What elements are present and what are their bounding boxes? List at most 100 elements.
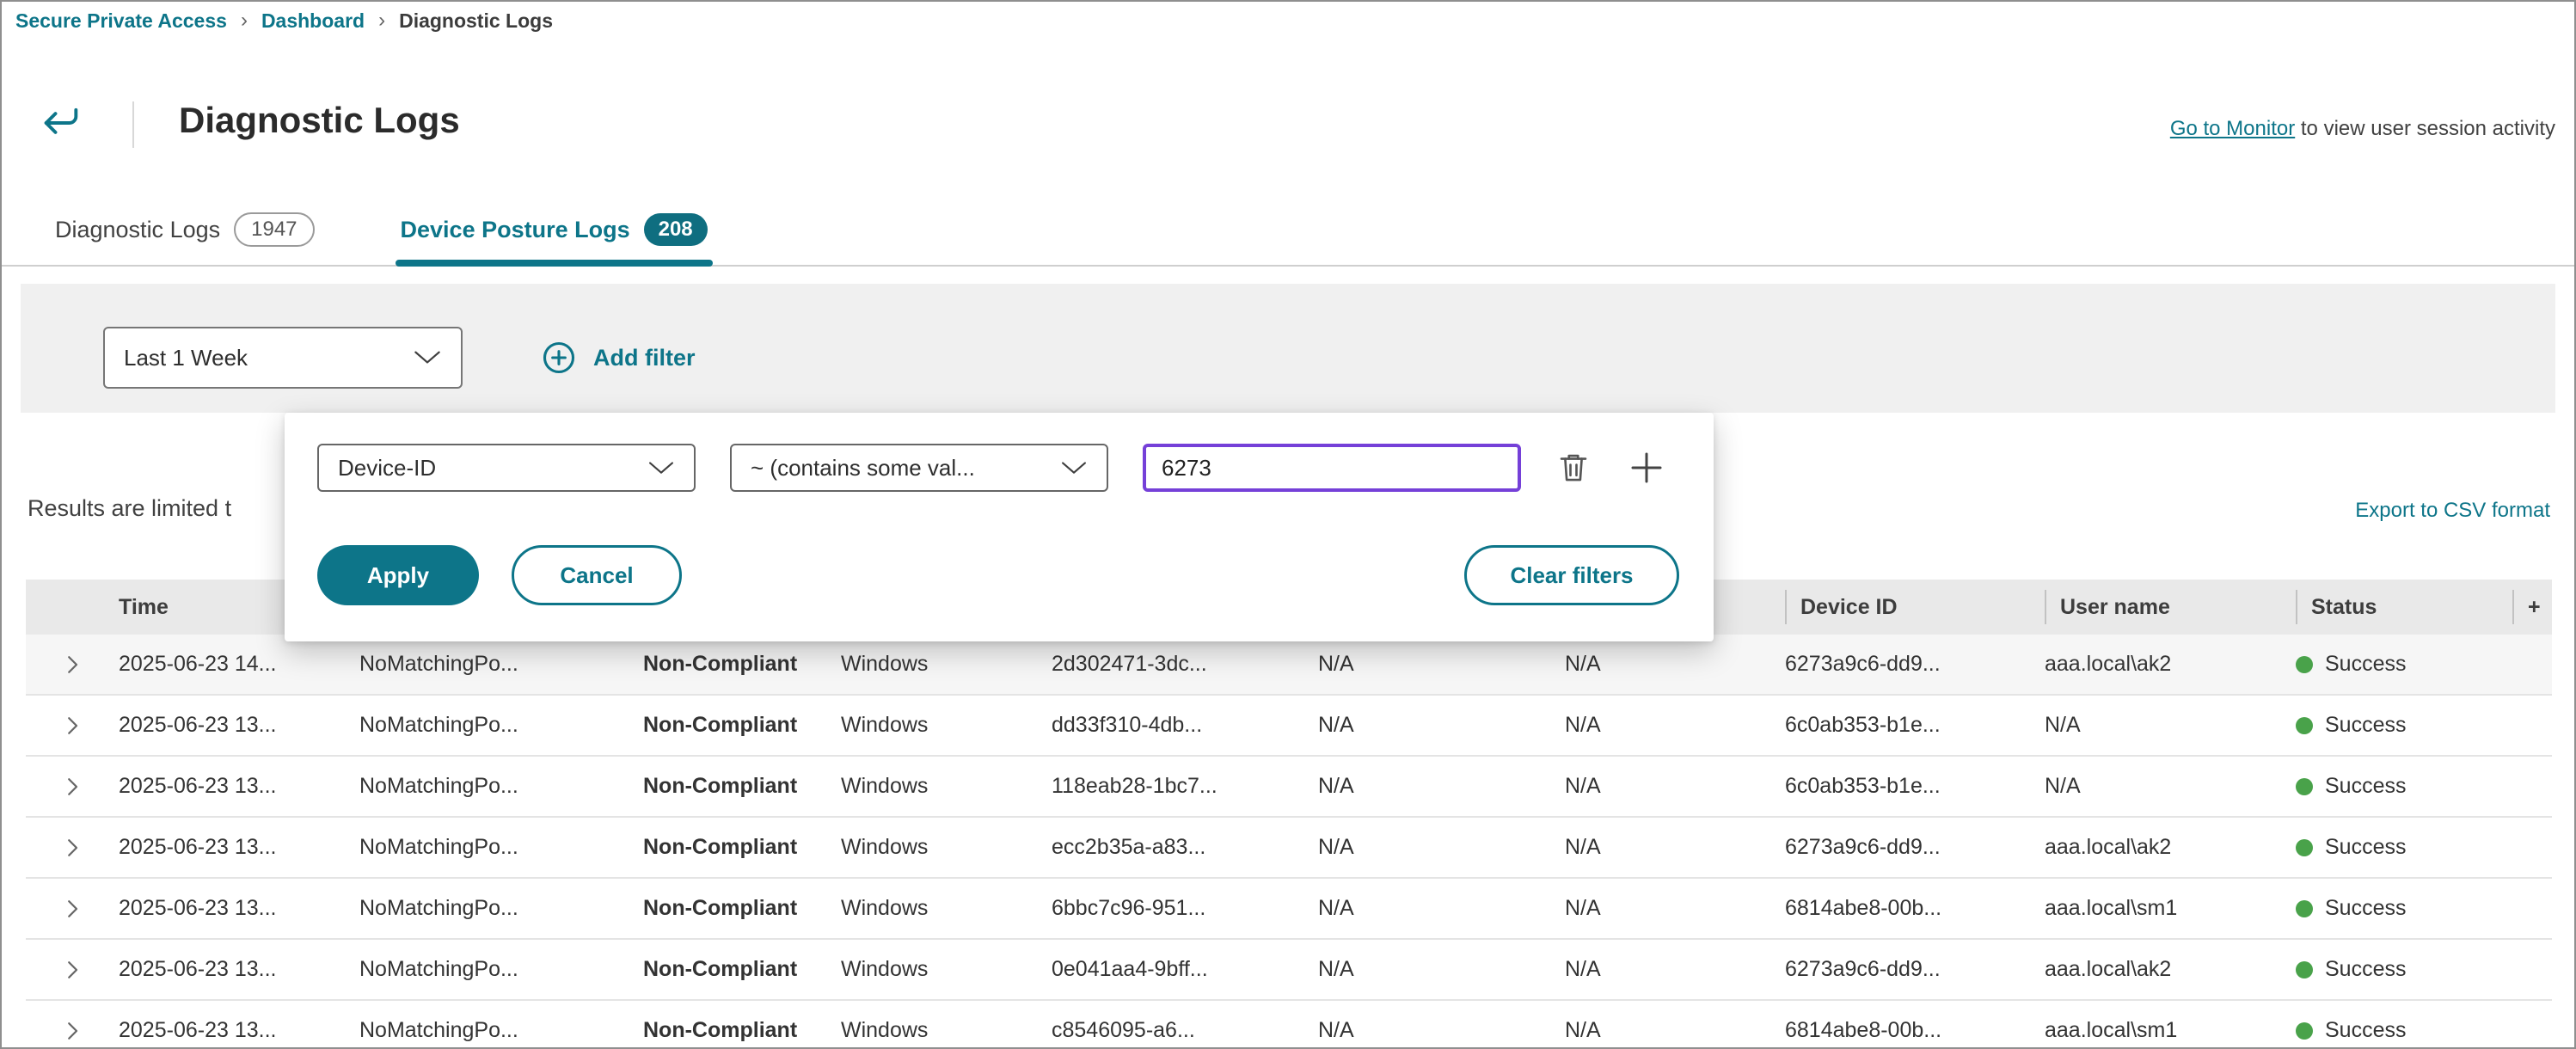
filter-popup-buttons: Apply Cancel Clear filters xyxy=(317,545,1679,605)
time-range-value: Last 1 Week xyxy=(124,345,248,371)
cell-id: dd33f310-4db... xyxy=(1052,713,1318,738)
cancel-button[interactable]: Cancel xyxy=(512,545,682,605)
status-dot-icon xyxy=(2296,961,2313,978)
chevron-right-icon xyxy=(59,896,85,922)
breadcrumb: Secure Private Access › Dashboard › Diag… xyxy=(15,9,553,33)
cell-col8: N/A xyxy=(1565,713,1785,738)
table-row[interactable]: 2025-06-23 13... NoMatchingPo... Non-Com… xyxy=(26,879,2552,940)
filter-operator-select[interactable]: ~ (contains some val... xyxy=(730,444,1108,492)
cell-col7: N/A xyxy=(1318,713,1565,738)
status-label: Success xyxy=(2325,1018,2406,1043)
row-expander[interactable] xyxy=(26,835,119,861)
time-range-select[interactable]: Last 1 Week xyxy=(103,327,463,389)
cell-time: 2025-06-23 13... xyxy=(119,957,359,982)
row-expander[interactable] xyxy=(26,957,119,983)
cell-policy: NoMatchingPo... xyxy=(359,896,643,921)
cell-status: Success xyxy=(2296,957,2512,982)
table-row[interactable]: 2025-06-23 13... NoMatchingPo... Non-Com… xyxy=(26,1001,2552,1049)
cell-col7: N/A xyxy=(1318,652,1565,677)
cell-result: Non-Compliant xyxy=(643,1018,841,1043)
cell-os: Windows xyxy=(841,713,1052,738)
row-expander[interactable] xyxy=(26,896,119,922)
cell-policy: NoMatchingPo... xyxy=(359,774,643,799)
status-label: Success xyxy=(2325,652,2406,677)
status-dot-icon xyxy=(2296,778,2313,795)
table-row[interactable]: 2025-06-23 13... NoMatchingPo... Non-Com… xyxy=(26,757,2552,818)
cell-id: c8546095-a6... xyxy=(1052,1018,1318,1043)
row-expander[interactable] xyxy=(26,652,119,678)
table-row[interactable]: 2025-06-23 13... NoMatchingPo... Non-Com… xyxy=(26,940,2552,1001)
filter-popup: Device-ID ~ (contains some val... Apply … xyxy=(285,413,1714,641)
cell-status: Success xyxy=(2296,774,2512,799)
header-status: Status xyxy=(2296,590,2512,624)
delete-filter-button[interactable] xyxy=(1555,450,1592,486)
cell-result: Non-Compliant xyxy=(643,652,841,677)
cell-policy: NoMatchingPo... xyxy=(359,957,643,982)
cell-os: Windows xyxy=(841,835,1052,860)
cell-result: Non-Compliant xyxy=(643,957,841,982)
cell-result: Non-Compliant xyxy=(643,713,841,738)
breadcrumb-separator-icon: › xyxy=(378,9,385,33)
cell-device-id: 6273a9c6-dd9... xyxy=(1785,835,2045,860)
status-dot-icon xyxy=(2296,839,2313,856)
cell-os: Windows xyxy=(841,652,1052,677)
status-dot-icon xyxy=(2296,900,2313,917)
table-row[interactable]: 2025-06-23 14... NoMatchingPo... Non-Com… xyxy=(26,635,2552,696)
chevron-right-icon xyxy=(59,774,85,800)
tab-bar: Diagnostic Logs 1947 Device Posture Logs… xyxy=(2,206,2574,267)
back-button[interactable] xyxy=(36,98,86,148)
clear-filters-button[interactable]: Clear filters xyxy=(1464,545,1679,605)
results-limit-note: Results are limited t xyxy=(28,495,231,522)
table-row[interactable]: 2025-06-23 13... NoMatchingPo... Non-Com… xyxy=(26,696,2552,757)
tab-device-posture-logs-label: Device Posture Logs xyxy=(401,217,630,243)
cell-id: 2d302471-3dc... xyxy=(1052,652,1318,677)
cell-id: ecc2b35a-a83... xyxy=(1052,835,1318,860)
apply-button[interactable]: Apply xyxy=(317,545,479,605)
cell-status: Success xyxy=(2296,896,2512,921)
filter-field-select[interactable]: Device-ID xyxy=(317,444,696,492)
status-label: Success xyxy=(2325,713,2406,738)
breadcrumb-separator-icon: › xyxy=(241,9,248,33)
filter-bar: Last 1 Week Add filter xyxy=(21,284,2555,413)
table-body: 2025-06-23 14... NoMatchingPo... Non-Com… xyxy=(26,635,2552,1049)
cell-time: 2025-06-23 14... xyxy=(119,652,359,677)
export-csv-link[interactable]: Export to CSV format xyxy=(2355,499,2550,523)
plus-icon xyxy=(1626,447,1667,488)
cell-col8: N/A xyxy=(1565,835,1785,860)
add-filter-button[interactable]: Add filter xyxy=(540,339,696,377)
header-user-name: User name xyxy=(2045,590,2296,624)
cell-col7: N/A xyxy=(1318,774,1565,799)
header-expander xyxy=(26,580,119,635)
breadcrumb-dashboard[interactable]: Dashboard xyxy=(261,9,365,33)
breadcrumb-secure-private-access[interactable]: Secure Private Access xyxy=(15,9,227,33)
tab-diagnostic-logs[interactable]: Diagnostic Logs 1947 xyxy=(50,206,320,265)
cell-policy: NoMatchingPo... xyxy=(359,713,643,738)
go-to-monitor-link[interactable]: Go to Monitor xyxy=(2170,117,2295,140)
status-dot-icon xyxy=(2296,656,2313,673)
table-row[interactable]: 2025-06-23 13... NoMatchingPo... Non-Com… xyxy=(26,818,2552,879)
chevron-right-icon xyxy=(59,957,85,983)
cell-time: 2025-06-23 13... xyxy=(119,774,359,799)
add-filter-row-button[interactable] xyxy=(1626,447,1667,488)
cell-device-id: 6c0ab353-b1e... xyxy=(1785,774,2045,799)
filter-operator-value: ~ (contains some val... xyxy=(751,455,975,482)
cell-device-id: 6273a9c6-dd9... xyxy=(1785,957,2045,982)
cell-id: 118eab28-1bc7... xyxy=(1052,774,1318,799)
cell-device-id: 6273a9c6-dd9... xyxy=(1785,652,2045,677)
cell-status: Success xyxy=(2296,713,2512,738)
filter-value-input[interactable] xyxy=(1143,444,1521,492)
row-expander[interactable] xyxy=(26,774,119,800)
row-expander[interactable] xyxy=(26,713,119,739)
cell-os: Windows xyxy=(841,774,1052,799)
cell-col8: N/A xyxy=(1565,957,1785,982)
row-expander[interactable] xyxy=(26,1018,119,1044)
add-column-button[interactable]: + xyxy=(2512,590,2552,624)
chevron-down-icon xyxy=(413,349,442,366)
filter-field-value: Device-ID xyxy=(338,455,436,482)
cell-col7: N/A xyxy=(1318,896,1565,921)
cell-col8: N/A xyxy=(1565,774,1785,799)
cell-user-name: aaa.local\ak2 xyxy=(2045,957,2296,982)
cell-status: Success xyxy=(2296,835,2512,860)
tab-device-posture-logs[interactable]: Device Posture Logs 208 xyxy=(396,206,713,265)
cell-id: 6bbc7c96-951... xyxy=(1052,896,1318,921)
